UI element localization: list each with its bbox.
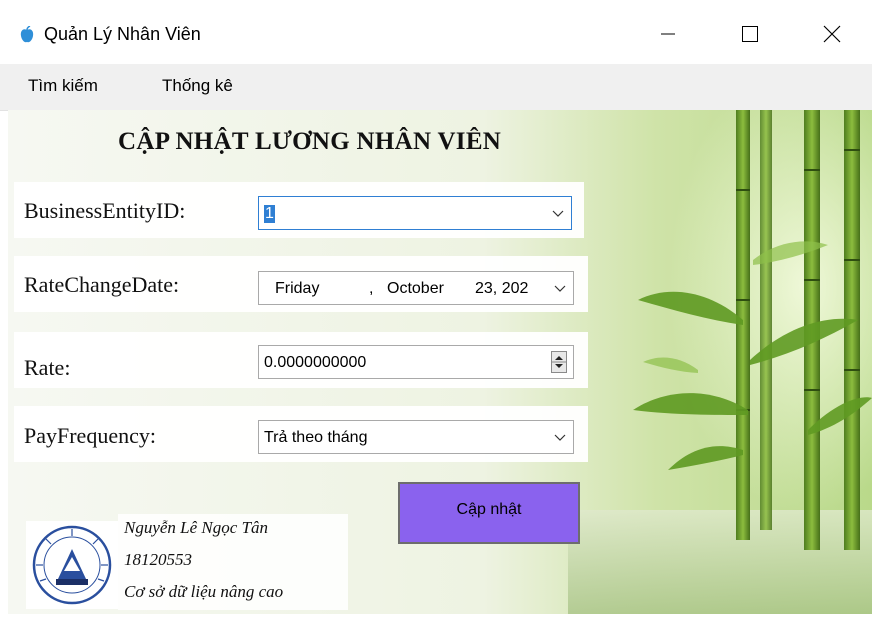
rate-change-date-picker[interactable]: Friday , October 23, 202 bbox=[258, 271, 574, 305]
rate-numeric-input[interactable]: 0.0000000000 bbox=[258, 345, 574, 379]
minimize-button[interactable] bbox=[640, 12, 696, 56]
date-month[interactable]: October bbox=[387, 280, 444, 298]
course-name: Cơ sở dữ liệu nâng cao bbox=[124, 582, 284, 601]
close-button[interactable] bbox=[804, 12, 860, 56]
pay-frequency-combobox[interactable]: Trả theo tháng bbox=[258, 420, 574, 454]
menu-bar: Tìm kiếm Thống kê bbox=[0, 64, 872, 111]
rate-value: 0.0000000000 bbox=[264, 354, 367, 371]
rate-spinner[interactable] bbox=[551, 351, 567, 373]
maximize-icon bbox=[742, 26, 758, 42]
university-logo bbox=[26, 521, 118, 609]
date-separator: , bbox=[369, 280, 374, 297]
date-weekday[interactable]: Friday bbox=[275, 280, 319, 298]
rate-label: Rate: bbox=[24, 355, 71, 380]
title-bar: Quản Lý Nhân Viên bbox=[0, 0, 872, 64]
business-entity-id-combobox[interactable]: 1 bbox=[258, 196, 572, 230]
page-title: CẬP NHẬT LƯƠNG NHÂN VIÊN bbox=[118, 128, 502, 155]
maximize-button[interactable] bbox=[722, 12, 778, 56]
close-icon bbox=[823, 25, 841, 43]
student-id: 18120553 bbox=[124, 550, 192, 569]
menu-item-search[interactable]: Tìm kiếm bbox=[28, 76, 98, 96]
date-day-year[interactable]: 23, 202 bbox=[475, 280, 528, 298]
minimize-icon bbox=[661, 33, 675, 35]
update-button[interactable]: Cập nhật bbox=[398, 482, 580, 544]
app-icon bbox=[20, 26, 34, 43]
chevron-down-icon bbox=[552, 210, 564, 217]
chevron-down-icon bbox=[554, 434, 566, 441]
menu-item-statistics[interactable]: Thống kê bbox=[162, 76, 233, 96]
business-entity-id-value: 1 bbox=[264, 205, 275, 223]
form-client-area: CẬP NHẬT LƯƠNG NHÂN VIÊN BusinessEntityI… bbox=[8, 110, 872, 614]
business-entity-id-label: BusinessEntityID: bbox=[24, 198, 186, 223]
rate-change-date-label: RateChangeDate: bbox=[24, 272, 180, 297]
window-title: Quản Lý Nhân Viên bbox=[44, 24, 201, 44]
author-name: Nguyễn Lê Ngọc Tân bbox=[124, 518, 269, 537]
spinner-arrows-icon bbox=[552, 356, 566, 368]
pay-frequency-label: PayFrequency: bbox=[24, 423, 156, 448]
calendar-dropdown-icon[interactable] bbox=[553, 281, 567, 295]
pay-frequency-value: Trả theo tháng bbox=[264, 429, 368, 446]
